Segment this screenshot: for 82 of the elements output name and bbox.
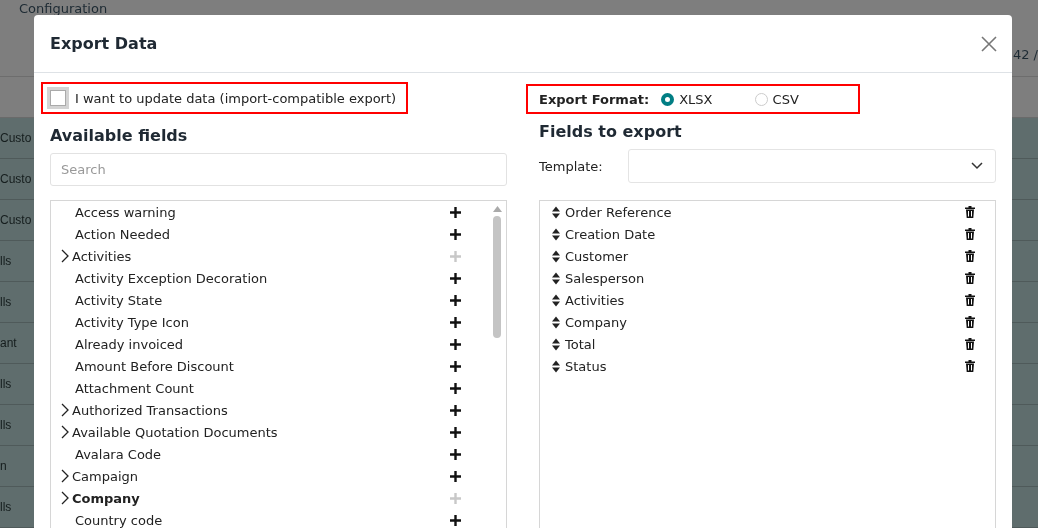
add-icon[interactable]	[450, 514, 461, 526]
field-name[interactable]: Company	[72, 490, 450, 506]
sort-icon[interactable]	[552, 315, 560, 329]
page-heading: Configuration	[18, 0, 109, 17]
close-icon[interactable]	[981, 35, 997, 52]
dialog-title: Export Data	[50, 34, 158, 53]
add-icon[interactable]	[450, 426, 461, 438]
field-name[interactable]: Available Quotation Documents	[72, 424, 450, 440]
trash-icon[interactable]	[965, 228, 975, 240]
checkbox[interactable]	[50, 90, 66, 106]
add-icon[interactable]	[450, 272, 461, 284]
field-name[interactable]: Action Needed	[75, 226, 450, 242]
search-field[interactable]: Search	[50, 153, 507, 186]
list-cell: lls	[0, 418, 12, 432]
sort-icon[interactable]	[552, 227, 560, 241]
chevron-icon[interactable]	[61, 491, 69, 505]
trash-icon[interactable]	[965, 206, 975, 218]
add-icon[interactable]	[450, 360, 461, 372]
field-name[interactable]: Country code	[75, 512, 450, 528]
field-name[interactable]: Amount Before Discount	[75, 358, 450, 374]
field-name: Status	[565, 358, 608, 374]
list-cell: lls	[0, 295, 12, 309]
trash-icon[interactable]	[965, 338, 975, 350]
field-name[interactable]: Activity Type Icon	[75, 314, 450, 330]
pager-text: 42 /	[1012, 47, 1038, 64]
sort-icon[interactable]	[552, 205, 560, 219]
field-name[interactable]: Access warning	[75, 204, 450, 220]
list-cell: Custo	[0, 131, 32, 145]
field-name: Total	[565, 336, 597, 352]
sort-icon[interactable]	[552, 359, 560, 373]
list-cell: n	[0, 459, 7, 473]
radio-option[interactable]: CSV	[754, 91, 848, 107]
field-name[interactable]: Already invoiced	[75, 336, 450, 352]
field-name[interactable]: Activities	[72, 248, 450, 264]
chevron-icon[interactable]	[61, 249, 69, 263]
add-icon[interactable]	[450, 206, 461, 218]
radio-option[interactable]: XLSX	[661, 91, 755, 107]
field-name[interactable]: Campaign	[72, 468, 450, 484]
list-cell: ant	[0, 336, 17, 350]
chevron-icon[interactable]	[61, 469, 69, 483]
field-name[interactable]: Activity State	[75, 292, 450, 308]
section-heading: Available fields	[50, 126, 189, 145]
field-name: Salesperson	[565, 270, 646, 286]
add-icon[interactable]	[450, 448, 461, 460]
list-cell: Custo	[0, 172, 32, 186]
chevron-icon[interactable]	[61, 425, 69, 439]
chevron-down-icon	[971, 162, 983, 170]
sort-icon[interactable]	[552, 293, 560, 307]
add-icon[interactable]	[450, 338, 461, 350]
field-name: Order Reference	[565, 204, 673, 220]
field-name: Creation Date	[565, 226, 657, 242]
trash-icon[interactable]	[965, 316, 975, 328]
sort-icon[interactable]	[552, 271, 560, 285]
template-label: Template:	[539, 158, 604, 174]
chevron-icon[interactable]	[61, 403, 69, 417]
add-icon[interactable]	[450, 316, 461, 328]
add-icon[interactable]	[450, 404, 461, 416]
scrollbar-thumb[interactable]	[493, 216, 501, 338]
field-name[interactable]: Avalara Code	[75, 446, 450, 462]
list-cell: lls	[0, 254, 12, 268]
field-name: Activities	[565, 292, 626, 308]
sort-icon[interactable]	[552, 337, 560, 351]
field-name[interactable]: Activity Exception Decoration	[75, 270, 450, 286]
trash-icon[interactable]	[965, 294, 975, 306]
add-icon[interactable]	[450, 294, 461, 306]
sort-icon[interactable]	[552, 249, 560, 263]
field-name: Customer	[565, 248, 630, 264]
add-icon[interactable]	[450, 228, 461, 240]
trash-icon[interactable]	[965, 250, 975, 262]
field-name: Company	[565, 314, 628, 330]
list-cell: Custo	[0, 213, 32, 227]
checkbox-label: I want to update data (import-compatible export)	[75, 90, 397, 106]
trash-icon[interactable]	[965, 360, 975, 372]
format-label: Export Format:	[539, 91, 651, 107]
trash-icon[interactable]	[965, 272, 975, 284]
list-cell: lls	[0, 377, 12, 391]
list-cell: lls	[0, 500, 12, 514]
add-icon[interactable]	[450, 470, 461, 482]
section-heading: Fields to export	[539, 122, 683, 141]
add-icon[interactable]	[450, 382, 461, 394]
field-name[interactable]: Authorized Transactions	[72, 402, 450, 418]
field-name[interactable]: Attachment Count	[75, 380, 450, 396]
